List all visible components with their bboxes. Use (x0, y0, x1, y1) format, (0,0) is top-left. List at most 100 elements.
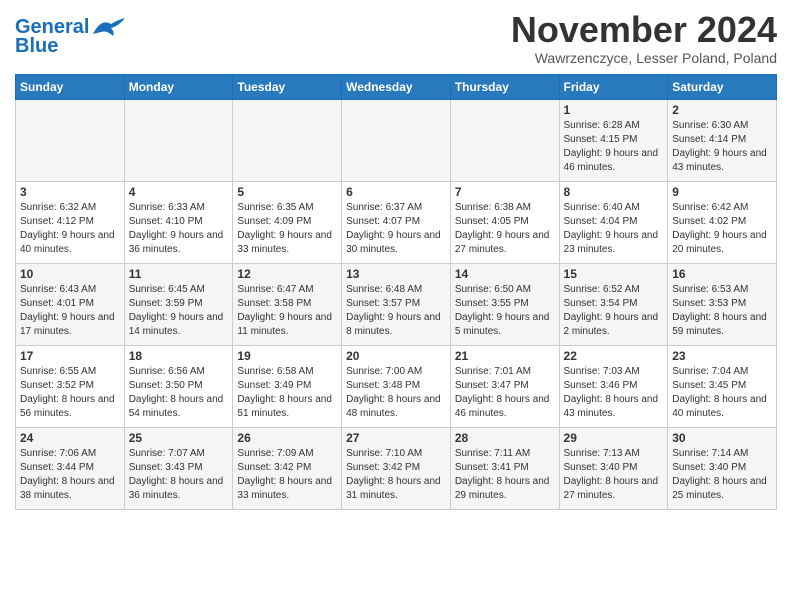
calendar-cell: 28 Sunrise: 7:11 AM Sunset: 3:41 PM Dayli… (450, 427, 559, 509)
day-number: 26 (237, 431, 337, 445)
calendar-week-row: 1 Sunrise: 6:28 AM Sunset: 4:15 PM Daylig… (16, 99, 777, 181)
day-number: 22 (564, 349, 664, 363)
calendar-cell: 12Sunrise: 6:47 AM Sunset: 3:58 PM Dayli… (233, 263, 342, 345)
day-number: 23 (672, 349, 772, 363)
day-info: Sunrise: 7:00 AM Sunset: 3:48 PM Dayligh… (346, 365, 446, 421)
day-info: Sunrise: 6:40 AM Sunset: 4:04 PM Dayligh… (564, 201, 664, 257)
calendar-cell: 25 Sunrise: 7:07 AM Sunset: 3:43 PM Dayli… (124, 427, 233, 509)
day-number: 5 (237, 185, 337, 199)
day-info: Sunrise: 6:33 AM Sunset: 4:10 PM Dayligh… (129, 201, 229, 257)
location: Wawrzenczyce, Lesser Poland, Poland (511, 50, 777, 66)
weekday-header: Wednesday (342, 74, 451, 99)
day-number: 3 (20, 185, 120, 199)
calendar-cell (16, 99, 125, 181)
calendar-body: 1 Sunrise: 6:28 AM Sunset: 4:15 PM Daylig… (16, 99, 777, 509)
calendar-cell: 6Sunrise: 6:37 AM Sunset: 4:07 PM Daylig… (342, 181, 451, 263)
day-info: Sunrise: 6:45 AM Sunset: 3:59 PM Dayligh… (129, 283, 229, 339)
calendar-cell: 1 Sunrise: 6:28 AM Sunset: 4:15 PM Daylig… (559, 99, 668, 181)
calendar-cell: 19Sunrise: 6:58 AM Sunset: 3:49 PM Dayli… (233, 345, 342, 427)
calendar-cell: 30 Sunrise: 7:14 AM Sunset: 3:40 PM Dayli… (668, 427, 777, 509)
calendar-week-row: 3 Sunrise: 6:32 AM Sunset: 4:12 PM Daylig… (16, 181, 777, 263)
calendar-cell: 5 Sunrise: 6:35 AM Sunset: 4:09 PM Daylig… (233, 181, 342, 263)
logo: General Blue (15, 16, 127, 56)
calendar-cell: 26 Sunrise: 7:09 AM Sunset: 3:42 PM Dayli… (233, 427, 342, 509)
day-info: Sunrise: 7:03 AM Sunset: 3:46 PM Dayligh… (564, 365, 664, 421)
header: General Blue November 2024 Wawrzenczyce,… (15, 10, 777, 66)
logo-bird-icon (91, 16, 127, 38)
calendar-cell: 18 Sunrise: 6:56 AM Sunset: 3:50 PM Dayli… (124, 345, 233, 427)
calendar-cell: 14Sunrise: 6:50 AM Sunset: 3:55 PM Dayli… (450, 263, 559, 345)
day-number: 28 (455, 431, 555, 445)
logo-blue: Blue (15, 36, 58, 56)
day-info: Sunrise: 7:14 AM Sunset: 3:40 PM Dayligh… (672, 447, 772, 503)
calendar-cell: 17 Sunrise: 6:55 AM Sunset: 3:52 PM Dayli… (16, 345, 125, 427)
day-number: 11 (129, 267, 229, 281)
day-number: 1 (564, 103, 664, 117)
weekday-header: Friday (559, 74, 668, 99)
calendar-cell (342, 99, 451, 181)
day-info: Sunrise: 6:32 AM Sunset: 4:12 PM Dayligh… (20, 201, 120, 257)
day-info: Sunrise: 7:04 AM Sunset: 3:45 PM Dayligh… (672, 365, 772, 421)
calendar-week-row: 24Sunrise: 7:06 AM Sunset: 3:44 PM Dayli… (16, 427, 777, 509)
month-title: November 2024 (511, 10, 777, 50)
calendar-cell (233, 99, 342, 181)
weekday-header: Sunday (16, 74, 125, 99)
calendar-cell: 7Sunrise: 6:38 AM Sunset: 4:05 PM Daylig… (450, 181, 559, 263)
day-info: Sunrise: 7:07 AM Sunset: 3:43 PM Dayligh… (129, 447, 229, 503)
day-number: 14 (455, 267, 555, 281)
day-number: 2 (672, 103, 772, 117)
day-number: 4 (129, 185, 229, 199)
day-number: 18 (129, 349, 229, 363)
day-info: Sunrise: 7:11 AM Sunset: 3:41 PM Dayligh… (455, 447, 555, 503)
day-number: 25 (129, 431, 229, 445)
day-info: Sunrise: 6:43 AM Sunset: 4:01 PM Dayligh… (20, 283, 120, 339)
day-number: 9 (672, 185, 772, 199)
calendar-table: SundayMondayTuesdayWednesdayThursdayFrid… (15, 74, 777, 510)
calendar-cell: 29Sunrise: 7:13 AM Sunset: 3:40 PM Dayli… (559, 427, 668, 509)
calendar-cell: 20Sunrise: 7:00 AM Sunset: 3:48 PM Dayli… (342, 345, 451, 427)
day-number: 30 (672, 431, 772, 445)
calendar-cell: 10 Sunrise: 6:43 AM Sunset: 4:01 PM Dayli… (16, 263, 125, 345)
weekday-header: Saturday (668, 74, 777, 99)
calendar-cell: 13 Sunrise: 6:48 AM Sunset: 3:57 PM Dayli… (342, 263, 451, 345)
calendar-cell: 4 Sunrise: 6:33 AM Sunset: 4:10 PM Daylig… (124, 181, 233, 263)
day-info: Sunrise: 6:30 AM Sunset: 4:14 PM Dayligh… (672, 119, 772, 175)
day-info: Sunrise: 6:55 AM Sunset: 3:52 PM Dayligh… (20, 365, 120, 421)
calendar-cell: 16 Sunrise: 6:53 AM Sunset: 3:53 PM Dayli… (668, 263, 777, 345)
calendar-cell: 8 Sunrise: 6:40 AM Sunset: 4:04 PM Daylig… (559, 181, 668, 263)
day-info: Sunrise: 7:09 AM Sunset: 3:42 PM Dayligh… (237, 447, 337, 503)
day-info: Sunrise: 7:13 AM Sunset: 3:40 PM Dayligh… (564, 447, 664, 503)
day-info: Sunrise: 7:10 AM Sunset: 3:42 PM Dayligh… (346, 447, 446, 503)
weekday-header: Monday (124, 74, 233, 99)
weekday-header: Thursday (450, 74, 559, 99)
day-info: Sunrise: 6:56 AM Sunset: 3:50 PM Dayligh… (129, 365, 229, 421)
calendar-cell: 3 Sunrise: 6:32 AM Sunset: 4:12 PM Daylig… (16, 181, 125, 263)
calendar-week-row: 17 Sunrise: 6:55 AM Sunset: 3:52 PM Dayli… (16, 345, 777, 427)
calendar-cell: 21Sunrise: 7:01 AM Sunset: 3:47 PM Dayli… (450, 345, 559, 427)
calendar-week-row: 10 Sunrise: 6:43 AM Sunset: 4:01 PM Dayli… (16, 263, 777, 345)
day-number: 10 (20, 267, 120, 281)
title-area: November 2024 Wawrzenczyce, Lesser Polan… (511, 10, 777, 66)
day-info: Sunrise: 6:47 AM Sunset: 3:58 PM Dayligh… (237, 283, 337, 339)
calendar-cell: 9Sunrise: 6:42 AM Sunset: 4:02 PM Daylig… (668, 181, 777, 263)
day-info: Sunrise: 6:35 AM Sunset: 4:09 PM Dayligh… (237, 201, 337, 257)
day-number: 19 (237, 349, 337, 363)
calendar-cell: 24Sunrise: 7:06 AM Sunset: 3:44 PM Dayli… (16, 427, 125, 509)
day-info: Sunrise: 7:06 AM Sunset: 3:44 PM Dayligh… (20, 447, 120, 503)
calendar-cell: 2 Sunrise: 6:30 AM Sunset: 4:14 PM Daylig… (668, 99, 777, 181)
day-info: Sunrise: 6:48 AM Sunset: 3:57 PM Dayligh… (346, 283, 446, 339)
day-info: Sunrise: 6:28 AM Sunset: 4:15 PM Dayligh… (564, 119, 664, 175)
day-number: 6 (346, 185, 446, 199)
calendar-cell (450, 99, 559, 181)
calendar-cell: 27 Sunrise: 7:10 AM Sunset: 3:42 PM Dayli… (342, 427, 451, 509)
day-number: 16 (672, 267, 772, 281)
calendar-cell: 15Sunrise: 6:52 AM Sunset: 3:54 PM Dayli… (559, 263, 668, 345)
day-number: 8 (564, 185, 664, 199)
day-number: 17 (20, 349, 120, 363)
calendar-cell (124, 99, 233, 181)
day-number: 15 (564, 267, 664, 281)
calendar-cell: 11 Sunrise: 6:45 AM Sunset: 3:59 PM Dayli… (124, 263, 233, 345)
day-info: Sunrise: 6:53 AM Sunset: 3:53 PM Dayligh… (672, 283, 772, 339)
day-number: 27 (346, 431, 446, 445)
day-number: 13 (346, 267, 446, 281)
